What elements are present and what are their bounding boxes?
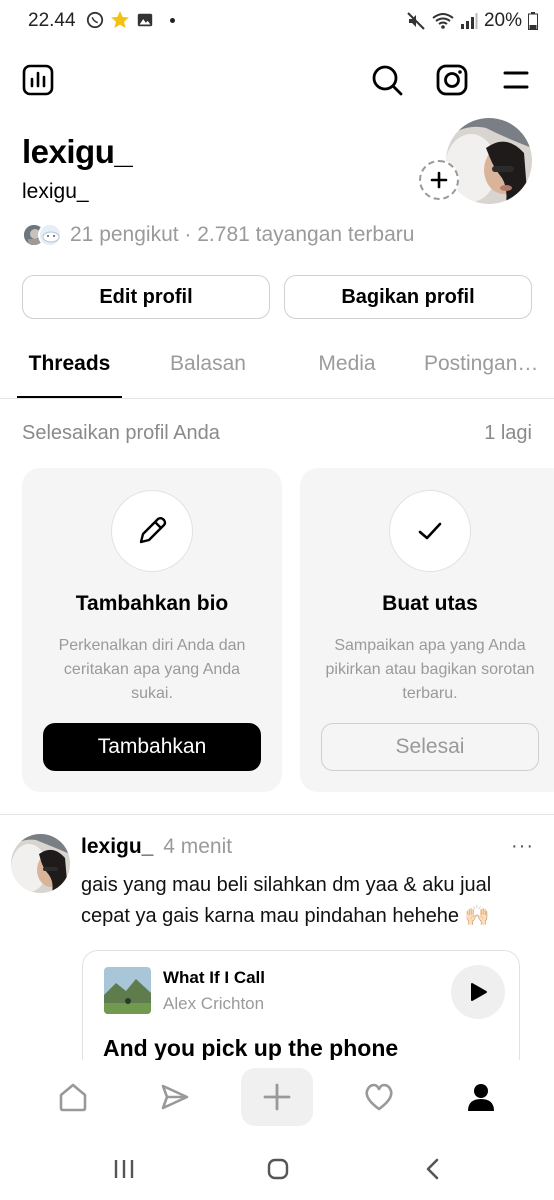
profile-handle: lexigu_ — [22, 180, 89, 203]
nav-home[interactable] — [37, 1068, 109, 1126]
add-bio-button[interactable]: Tambahkan — [43, 723, 261, 771]
whatsapp-icon — [86, 11, 104, 29]
status-time: 22.44 — [28, 10, 76, 31]
follower-avatar — [38, 223, 62, 247]
card-description: Perkenalkan diri Anda dan ceritakan apa … — [58, 637, 246, 702]
nav-activity[interactable] — [343, 1068, 415, 1126]
edit-profile-button[interactable]: Edit profil — [22, 275, 270, 319]
plus-icon — [263, 1083, 291, 1111]
pencil-icon — [139, 517, 167, 544]
insights-button[interactable] — [18, 60, 58, 100]
profile-avatar[interactable] — [446, 118, 532, 204]
post-text: gais yang mau beli silahkan dm yaa & aku… — [81, 874, 492, 927]
remaining-count: 1 lagi — [484, 422, 532, 444]
system-nav — [0, 1140, 554, 1200]
tab-reposts[interactable]: Postingan… — [424, 352, 546, 398]
nav-create[interactable] — [241, 1068, 313, 1126]
play-icon — [471, 983, 487, 1001]
insights-icon — [22, 64, 54, 96]
song-title: What If I Call — [163, 968, 265, 987]
search-icon — [372, 65, 403, 96]
post-time: 4 menit — [163, 835, 233, 858]
feed-divider — [0, 814, 554, 815]
followers-text: 21 pengikut · 2.781 tayangan terbaru — [70, 223, 415, 246]
checkmark-icon — [418, 522, 442, 540]
add-avatar-button[interactable] — [419, 160, 459, 200]
song-lyric: And you pick up the phone — [103, 1035, 399, 1061]
profile-icon — [468, 1084, 494, 1111]
done-button[interactable]: Selesai — [321, 723, 539, 771]
battery-level: 20% — [483, 10, 522, 31]
post-header: lexigu_ 4 menit — [81, 835, 232, 859]
recent-apps-icon — [114, 1160, 134, 1178]
heart-icon — [365, 1083, 393, 1111]
send-icon — [161, 1084, 189, 1110]
home-icon — [59, 1083, 87, 1112]
image-icon — [137, 13, 153, 27]
tab-media[interactable]: Media — [295, 352, 399, 398]
nav-send[interactable] — [139, 1068, 211, 1126]
post-more-button[interactable]: ··· — [511, 835, 534, 858]
song-artist: Alex Crichton — [163, 994, 265, 1013]
create-thread-card: Buat utas Sampaikan apa yang Anda pikirk… — [300, 468, 554, 792]
home-system-button[interactable] — [258, 1154, 298, 1184]
signal-icon — [460, 13, 478, 29]
mute-icon — [407, 12, 425, 30]
card-description: Sampaikan apa yang Anda pikirkan atau ba… — [325, 637, 535, 702]
card-icon-circle — [111, 490, 193, 572]
nav-profile[interactable] — [445, 1068, 517, 1126]
search-button[interactable] — [367, 60, 407, 100]
profile-name: lexigu_ — [22, 133, 133, 170]
card-title: Tambahkan bio — [75, 592, 229, 615]
card-icon-circle — [389, 490, 471, 572]
tabs-divider — [0, 398, 554, 399]
add-bio-card: Tambahkan bio Perkenalkan diri Anda dan … — [22, 468, 282, 792]
card-title: Buat utas — [382, 592, 478, 615]
home-square-icon — [267, 1158, 289, 1180]
followers-row[interactable]: 21 pengikut · 2.781 tayangan terbaru — [22, 220, 414, 250]
complete-profile-title: Selesaikan profil Anda — [22, 422, 220, 444]
tab-threads[interactable]: Threads — [17, 352, 122, 398]
play-button[interactable] — [451, 965, 505, 1019]
instagram-button[interactable] — [432, 60, 472, 100]
notification-dot — [170, 17, 175, 23]
post-username[interactable]: lexigu_ — [81, 835, 153, 858]
star-icon — [111, 11, 129, 28]
recent-apps-button[interactable] — [104, 1154, 144, 1184]
album-art — [104, 967, 151, 1014]
menu-button[interactable] — [496, 60, 536, 100]
share-profile-button[interactable]: Bagikan profil — [284, 275, 532, 319]
status-bar: 22.44 20% — [0, 0, 554, 44]
tab-replies[interactable]: Balasan — [150, 352, 266, 398]
back-icon — [426, 1158, 439, 1180]
wifi-icon — [432, 13, 454, 29]
plus-icon — [430, 171, 448, 189]
bottom-nav — [0, 1060, 554, 1140]
post-avatar[interactable] — [11, 834, 70, 893]
back-button[interactable] — [413, 1154, 453, 1184]
instagram-icon — [436, 64, 468, 96]
menu-icon — [503, 71, 529, 89]
battery-icon — [528, 12, 538, 30]
